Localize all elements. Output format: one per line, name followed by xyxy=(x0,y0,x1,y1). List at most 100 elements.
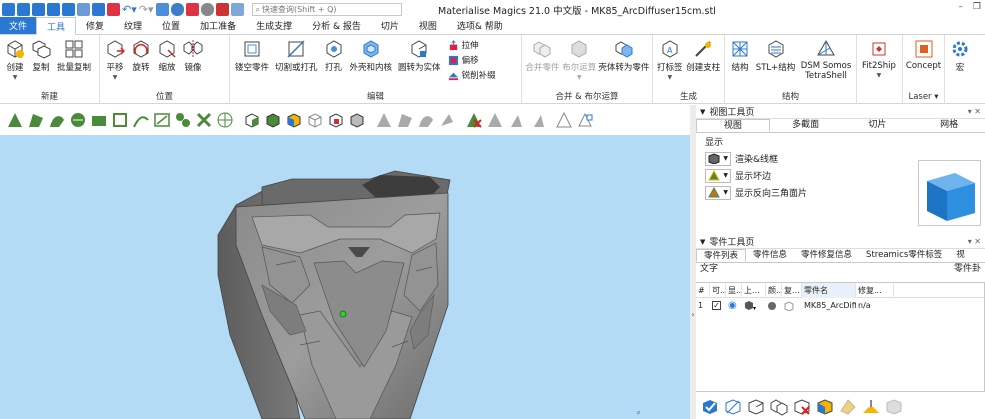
mark-contour-icon[interactable] xyxy=(151,109,172,131)
render-mode-dropdown[interactable]: ▼ xyxy=(705,151,731,166)
unmark-surface-icon[interactable] xyxy=(415,109,436,131)
pin-icon[interactable]: ▾ ✕ xyxy=(968,237,981,246)
restore-icon[interactable]: ❐ xyxy=(973,2,981,12)
extrude-button[interactable]: 拉伸 xyxy=(448,39,496,51)
macro-button[interactable]: 宏 xyxy=(947,37,973,104)
redo-icon[interactable]: ↷▾ xyxy=(139,3,154,16)
group-parts-icon[interactable] xyxy=(769,397,789,417)
upload-cube-icon[interactable]: ▾ xyxy=(742,298,766,313)
quick-search-input[interactable]: ⌕ 快速查询(Shift + Q) xyxy=(251,2,402,16)
collapse-triangle-icon[interactable]: ▼ xyxy=(700,108,705,116)
tab-part-info[interactable]: 零件信息 xyxy=(746,249,794,262)
move-to-platform-icon[interactable] xyxy=(861,397,881,417)
shrink-marked-icon[interactable] xyxy=(526,109,547,131)
column-header[interactable]: 零件名 xyxy=(802,282,856,298)
column-header[interactable]: 可... xyxy=(710,282,726,298)
view-cube-color-icon[interactable] xyxy=(283,109,304,131)
collapse-triangle-icon[interactable]: ▼ xyxy=(700,238,705,246)
mark-part-icon[interactable] xyxy=(574,109,595,131)
mark-shell-icon[interactable] xyxy=(67,109,88,131)
part-name[interactable]: MK85_ArcDiffu xyxy=(802,298,856,313)
pin-icon[interactable]: ▾ ✕ xyxy=(968,107,981,116)
view-cube-front-icon[interactable] xyxy=(241,109,262,131)
tab-tools[interactable]: 工具 xyxy=(36,17,77,35)
invert-selection-icon[interactable] xyxy=(723,397,743,417)
column-header[interactable]: 上... xyxy=(742,282,766,298)
view-cube-wire-icon[interactable] xyxy=(304,109,325,131)
table-row[interactable]: 1 ✓ ◉ ▾ MK85_ArcDiffu n/a xyxy=(696,298,984,313)
select-parts-icon[interactable] xyxy=(700,397,720,417)
tab-view-panel-multisection[interactable]: 多截面 xyxy=(770,119,842,132)
tab-build-prep[interactable]: 加工准备 xyxy=(190,17,246,34)
tab-texture[interactable]: 纹理 xyxy=(114,17,152,34)
tab-view-panel-view[interactable]: 视图 xyxy=(696,119,770,132)
mark-curve-icon[interactable] xyxy=(130,109,151,131)
copy-cube-icon[interactable] xyxy=(782,298,802,313)
mark-surface-icon[interactable] xyxy=(46,109,67,131)
info-icon[interactable] xyxy=(230,2,244,16)
tab-position[interactable]: 位置 xyxy=(152,17,190,34)
smooth-patch-button[interactable]: 锐削补缀 xyxy=(448,69,496,81)
undo-icon[interactable]: ↶▾ xyxy=(122,3,137,16)
minimize-icon[interactable]: – xyxy=(958,2,963,12)
invert-marked-icon[interactable] xyxy=(484,109,505,131)
tab-support[interactable]: 生成支撑 xyxy=(246,17,302,34)
column-header[interactable]: 显... xyxy=(726,282,742,298)
mark-connected-icon[interactable] xyxy=(172,109,193,131)
offset-button[interactable]: 偏移 xyxy=(448,54,496,66)
save-icon[interactable] xyxy=(47,2,60,16)
mark-triangle-icon[interactable] xyxy=(4,109,25,131)
tab-part-list[interactable]: 零件列表 xyxy=(696,249,747,262)
delete-marked-icon[interactable] xyxy=(463,109,484,131)
menu-icon[interactable] xyxy=(2,2,15,16)
tab-repair[interactable]: 修复 xyxy=(76,17,114,34)
close-part-icon[interactable] xyxy=(107,2,120,16)
tab-part-repair-info[interactable]: 零件修复信息 xyxy=(794,249,859,262)
column-header[interactable]: 复... xyxy=(782,282,802,298)
eye-icon[interactable]: ◉ xyxy=(726,298,742,313)
tab-view-panel-slice[interactable]: 切片 xyxy=(842,119,914,132)
delete-part-icon[interactable] xyxy=(792,397,812,417)
color-swatch-icon[interactable] xyxy=(766,298,782,313)
mark-plane-icon[interactable] xyxy=(25,109,46,131)
label-part-icon[interactable] xyxy=(838,397,858,417)
new-file-icon[interactable] xyxy=(17,2,30,16)
open-file-icon[interactable] xyxy=(32,2,45,16)
column-header[interactable]: 颜... xyxy=(766,282,782,298)
project-icon[interactable] xyxy=(92,2,105,16)
tab-options-help[interactable]: 选项& 帮助 xyxy=(447,17,513,34)
unmark-shell-icon[interactable] xyxy=(436,109,457,131)
view-cube-fill-icon[interactable] xyxy=(346,109,367,131)
select-icon[interactable] xyxy=(155,2,169,16)
paint-icon[interactable] xyxy=(185,2,199,16)
column-header[interactable]: # xyxy=(696,282,710,298)
flip-normals-icon[interactable] xyxy=(553,109,574,131)
view-cube-back-icon[interactable] xyxy=(262,109,283,131)
arc-diffuser-model[interactable]: ⸗ xyxy=(0,135,690,419)
expand-marked-icon[interactable] xyxy=(505,109,526,131)
visible-checkbox[interactable]: ✓ xyxy=(710,298,726,313)
view-cube-red-icon[interactable] xyxy=(325,109,346,131)
mark-multi-icon[interactable] xyxy=(193,109,214,131)
save-all-icon[interactable] xyxy=(62,2,75,16)
tab-more[interactable]: 视 xyxy=(949,249,972,262)
dim-parts-icon[interactable] xyxy=(884,397,904,417)
tab-streamics-label[interactable]: Streamics零件标签 xyxy=(859,249,949,262)
mark-box-icon[interactable] xyxy=(88,109,109,131)
unmark-plane-icon[interactable] xyxy=(394,109,415,131)
tab-file[interactable]: 文件 xyxy=(0,17,36,34)
inverted-triangles-dropdown[interactable]: ▼ xyxy=(705,185,731,200)
zoom-icon[interactable] xyxy=(170,2,184,16)
view-cube-preview[interactable] xyxy=(918,160,981,226)
tab-view-panel-mesh[interactable]: 网格 xyxy=(913,119,985,132)
measure-icon[interactable] xyxy=(215,2,229,16)
color-part-icon[interactable] xyxy=(815,397,835,417)
mark-sector-icon[interactable] xyxy=(214,109,235,131)
unselect-parts-icon[interactable] xyxy=(746,397,766,417)
unmark-triangle-icon[interactable] xyxy=(373,109,394,131)
magnifier-icon[interactable] xyxy=(200,2,214,16)
tab-slice[interactable]: 切片 xyxy=(371,17,409,34)
3d-viewport[interactable]: ⸗ xyxy=(0,135,690,419)
column-header[interactable]: 修复... xyxy=(856,282,894,298)
bad-edges-dropdown[interactable]: ▼ xyxy=(705,168,731,183)
